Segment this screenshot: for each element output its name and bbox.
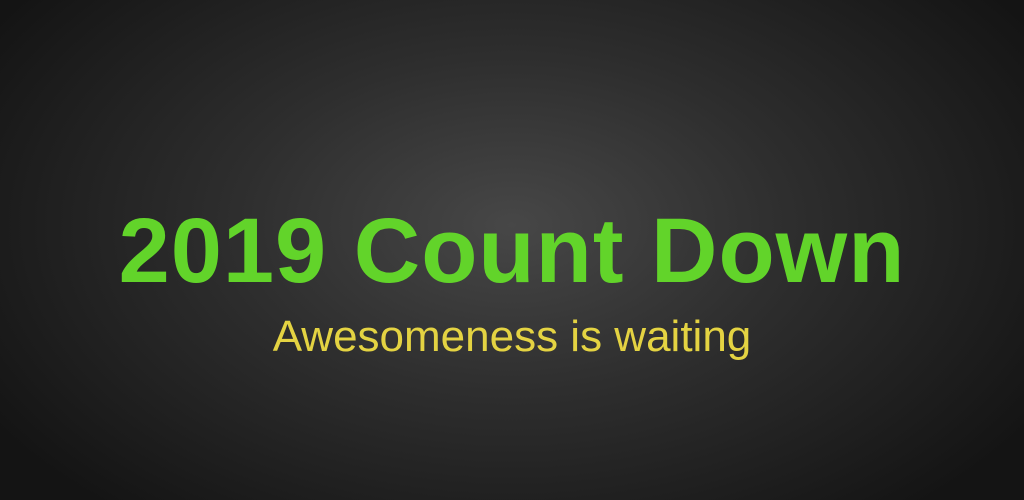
banner-subtitle: Awesomeness is waiting — [272, 312, 752, 361]
banner: 2019 Count Down Awesomeness is waiting — [0, 0, 1024, 500]
banner-title: 2019 Count Down — [118, 200, 906, 302]
